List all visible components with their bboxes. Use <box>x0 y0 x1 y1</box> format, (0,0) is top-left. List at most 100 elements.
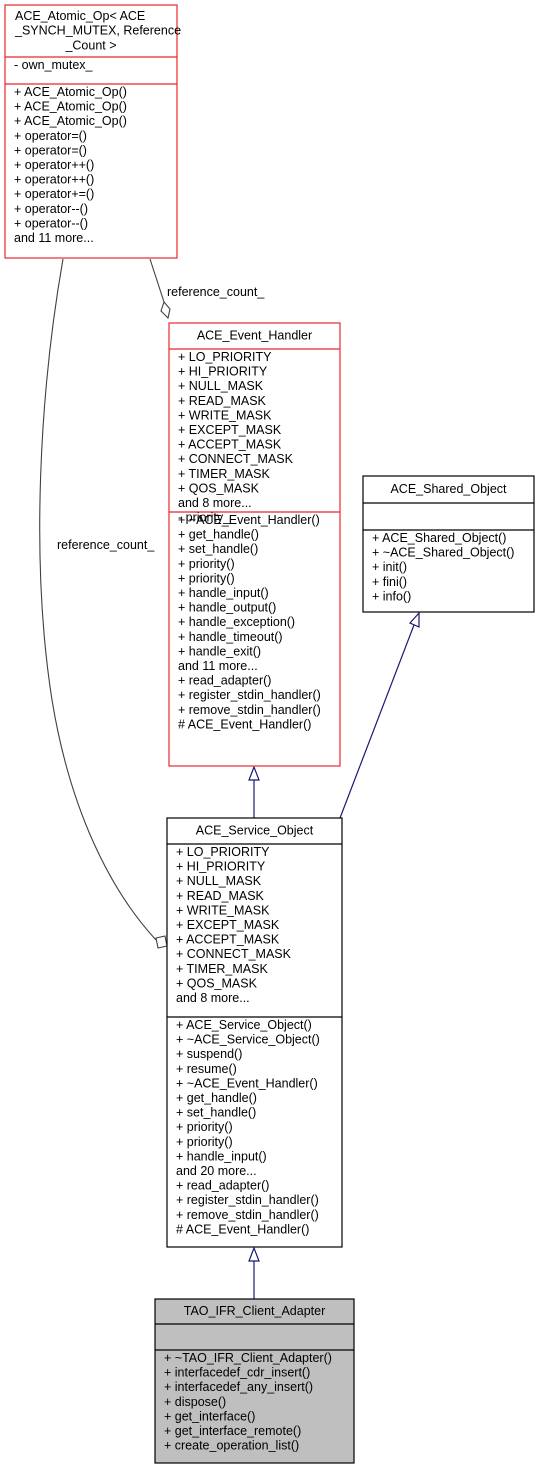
class-operation: + priority() <box>178 557 235 571</box>
class-title: ACE_Event_Handler <box>197 329 312 343</box>
inheritance-edge-shared-object <box>339 624 415 819</box>
class-title: TAO_IFR_Client_Adapter <box>184 1304 326 1318</box>
class-operation: and 11 more... <box>14 231 94 245</box>
class-attribute: + HI_PRIORITY <box>178 365 268 379</box>
class-box-shared-object[interactable]: ACE_Shared_Object+ ACE_Shared_Object()+ … <box>362 475 535 613</box>
class-box-ifr-client-adapter[interactable]: TAO_IFR_Client_Adapter + ~TAO_IFR_Client_… <box>154 1298 355 1464</box>
class-operation: + register_stdin_handler() <box>178 688 321 702</box>
class-operation: + get_handle() <box>176 1091 257 1105</box>
class-attribute: + QOS_MASK <box>178 481 260 495</box>
class-attribute: + ACCEPT_MASK <box>176 933 280 947</box>
class-title: _Count > <box>64 38 116 52</box>
class-attribute: + READ_MASK <box>178 394 267 408</box>
class-title: ACE_Shared_Object <box>390 482 507 496</box>
class-operation: + ACE_Atomic_Op() <box>14 114 127 128</box>
class-title: ACE_Atomic_Op< ACE <box>15 9 145 23</box>
class-attribute: + NULL_MASK <box>178 379 264 393</box>
class-operation: + remove_stdin_handler() <box>178 703 321 717</box>
class-operation: + handle_input() <box>176 1149 267 1163</box>
class-attribute: - own_mutex_ <box>14 58 94 72</box>
class-operation: # ACE_Event_Handler() <box>176 1222 309 1236</box>
class-operation: + operator=() <box>14 129 87 143</box>
class-operation: + interfacedef_cdr_insert() <box>164 1366 310 1380</box>
class-operation: + handle_exception() <box>178 615 295 629</box>
class-operation: + suspend() <box>176 1047 242 1061</box>
class-operation: + operator=() <box>14 143 87 157</box>
class-operation: + priority() <box>176 1120 233 1134</box>
class-operation: + handle_exit() <box>178 644 261 658</box>
class-operation: + ACE_Service_Object() <box>176 1018 312 1032</box>
class-operation: + create_operation_list() <box>164 1439 299 1453</box>
class-attribute: + ACCEPT_MASK <box>178 438 282 452</box>
class-box-event-handler[interactable]: ACE_Event_Handler + LO_PRIORITY+ HI_PRIOR… <box>168 322 341 767</box>
aggregation-edge-service-object <box>39 258 157 941</box>
class-attribute: + WRITE_MASK <box>176 903 270 917</box>
class-title: ACE_Service_Object <box>196 824 314 838</box>
classes: ACE_Atomic_Op< ACE_SYNCH_MUTEX, Referenc… <box>4 4 535 1464</box>
class-operation: + ~ACE_Service_Object() <box>176 1033 320 1047</box>
class-operation: + operator+=() <box>14 187 94 201</box>
class-operation: + priority() <box>178 571 235 585</box>
class-operation: + ACE_Atomic_Op() <box>14 85 127 99</box>
class-attribute: and 8 more... <box>178 496 252 510</box>
class-operation: # ACE_Event_Handler() <box>178 717 311 731</box>
class-attribute: + QOS_MASK <box>176 976 258 990</box>
inheritance-arrow-icon <box>248 765 260 781</box>
class-operation: + ~TAO_IFR_Client_Adapter() <box>164 1351 332 1365</box>
class-operation: + init() <box>372 560 407 574</box>
class-operation: + operator--() <box>14 202 88 216</box>
edge-label-reference-count-left: reference_count_ <box>57 538 155 552</box>
class-attribute: + TIMER_MASK <box>176 962 268 976</box>
class-operation: + remove_stdin_handler() <box>176 1208 319 1222</box>
class-operation: + dispose() <box>164 1395 226 1409</box>
class-operation: + get_interface() <box>164 1409 255 1423</box>
class-operation: + register_stdin_handler() <box>176 1193 319 1207</box>
class-attribute: + EXCEPT_MASK <box>176 918 280 932</box>
class-operation: + operator++() <box>14 173 94 187</box>
inheritance-arrow-icon <box>248 1246 260 1262</box>
class-attribute: + LO_PRIORITY <box>176 845 270 859</box>
class-operation: + set_handle() <box>178 542 258 556</box>
class-operation: + read_adapter() <box>176 1179 269 1193</box>
class-operation: and 20 more... <box>176 1164 257 1178</box>
class-attribute: and 8 more... <box>176 991 250 1005</box>
aggregation-diamond-icon <box>155 935 168 949</box>
class-operation: + priority() <box>176 1135 233 1149</box>
class-operation: + interfacedef_any_insert() <box>164 1380 313 1394</box>
class-operation: + ~ACE_Event_Handler() <box>178 513 320 527</box>
class-operation: + fini() <box>372 575 407 589</box>
class-box-service-object[interactable]: ACE_Service_Object + LO_PRIORITY+ HI_PRIO… <box>166 817 343 1248</box>
class-operation: + ACE_Atomic_Op() <box>14 100 127 114</box>
class-operation: + operator++() <box>14 158 94 172</box>
class-title: _SYNCH_MUTEX, Reference <box>14 24 181 38</box>
class-operation: + handle_output() <box>178 601 276 615</box>
class-attribute: + NULL_MASK <box>176 874 262 888</box>
class-attribute: + TIMER_MASK <box>178 467 270 481</box>
class-operation: + set_handle() <box>176 1106 256 1120</box>
class-operation: + get_interface_remote() <box>164 1424 301 1438</box>
class-diagram: reference_count_ reference_count_ ACE_At… <box>4 4 535 1464</box>
class-operation: + ~ACE_Event_Handler() <box>176 1076 318 1090</box>
class-operation: + read_adapter() <box>178 674 271 688</box>
class-box-atomic-op[interactable]: ACE_Atomic_Op< ACE_SYNCH_MUTEX, Referenc… <box>4 4 181 259</box>
aggregation-edge-event-handler <box>149 258 165 303</box>
class-operation: + info() <box>372 589 411 603</box>
class-attribute: + READ_MASK <box>176 889 265 903</box>
class-attribute: + LO_PRIORITY <box>178 350 272 364</box>
class-operation: + operator--() <box>14 216 88 230</box>
class-attribute: + WRITE_MASK <box>178 408 272 422</box>
class-attribute: + CONNECT_MASK <box>176 947 292 961</box>
aggregation-diamond-icon <box>160 300 171 320</box>
class-operation: + handle_input() <box>178 586 269 600</box>
class-operation: + ~ACE_Shared_Object() <box>372 546 514 560</box>
edge-label-reference-count-top: reference_count_ <box>167 285 265 299</box>
inheritance-arrow-icon <box>409 611 420 628</box>
class-operation: + get_handle() <box>178 528 259 542</box>
class-operation: + ACE_Shared_Object() <box>372 531 506 545</box>
class-operation: and 11 more... <box>178 659 258 673</box>
class-attribute: + EXCEPT_MASK <box>178 423 282 437</box>
class-attribute: + HI_PRIORITY <box>176 860 266 874</box>
class-operation: + resume() <box>176 1062 237 1076</box>
class-operation: + handle_timeout() <box>178 630 283 644</box>
class-attribute: + CONNECT_MASK <box>178 452 294 466</box>
